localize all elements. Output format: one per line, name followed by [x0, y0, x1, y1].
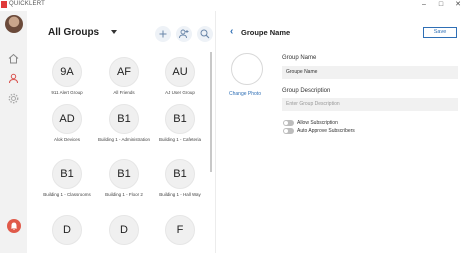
group-avatar: AU	[165, 57, 195, 87]
avatar[interactable]	[5, 15, 23, 33]
title-bar: QUICKLERT – □ ✕	[0, 0, 466, 11]
group-avatar: D	[52, 215, 82, 245]
group-card[interactable]: B1 Building 1 - Cafeteria	[150, 104, 210, 162]
group-card[interactable]: B1 Building 1 - Floor 2	[94, 159, 154, 217]
gear-icon[interactable]	[7, 92, 20, 105]
group-name: Building 1 - Hall Way	[159, 192, 201, 197]
allow-subscription-label: Allow Subscription	[297, 120, 338, 126]
group-avatar: B1	[165, 159, 195, 189]
app-logo	[1, 1, 7, 8]
group-card[interactable]: F	[150, 215, 210, 273]
groups-title[interactable]: All Groups	[48, 27, 99, 38]
group-card[interactable]: D	[94, 215, 154, 273]
group-card[interactable]: D	[37, 215, 97, 273]
group-name: Building 1 - Administration	[97, 137, 151, 142]
maximize-button[interactable]: □	[435, 0, 447, 9]
panel-divider	[215, 11, 216, 253]
scrollbar[interactable]	[210, 52, 212, 172]
group-name: Building 1 - Classrooms	[43, 192, 91, 197]
search-icon	[200, 29, 210, 39]
group-name: Building 1 - Floor 2	[105, 192, 143, 197]
group-card[interactable]: AD Alok Devices	[37, 104, 97, 162]
group-name: Building 1 - Cafeteria	[158, 137, 202, 142]
group-name: Alok Devices	[53, 137, 80, 142]
group-avatar: B1	[109, 159, 139, 189]
group-card[interactable]: B1 Building 1 - Classrooms	[37, 159, 97, 217]
group-name: AJ User Group	[165, 90, 195, 95]
group-name-label: Group Name	[282, 55, 317, 61]
group-avatar: AD	[52, 104, 82, 134]
add-group-button[interactable]	[155, 26, 171, 42]
search-button[interactable]	[197, 26, 213, 42]
chevron-left-icon[interactable]: ‹	[230, 27, 233, 37]
minimize-button[interactable]: –	[418, 0, 430, 9]
group-description-field[interactable]: Enter Group Description	[282, 98, 458, 111]
group-avatar: B1	[165, 104, 195, 134]
auto-approve-label: Auto Approve Subscribers	[297, 128, 355, 134]
chevron-down-icon[interactable]	[111, 30, 117, 34]
group-avatar: B1	[52, 159, 82, 189]
bell-icon[interactable]	[7, 219, 21, 233]
group-description-label: Group Description	[282, 88, 331, 94]
group-name: 911 Alert Group	[51, 90, 83, 95]
group-name-field[interactable]: Groupe Name	[282, 66, 458, 79]
sidebar	[0, 11, 27, 253]
people-icon[interactable]	[7, 72, 20, 85]
detail-title: Groupe Name	[241, 28, 291, 37]
save-button[interactable]: Save	[423, 27, 457, 38]
group-card[interactable]: B1 Building 1 - Hall Way	[150, 159, 210, 217]
group-card[interactable]: B1 Building 1 - Administration	[94, 104, 154, 162]
group-name: All Friends	[113, 90, 135, 95]
group-photo[interactable]	[231, 53, 263, 85]
add-icon	[159, 30, 167, 38]
change-photo-link[interactable]: Change Photo	[229, 91, 261, 97]
auto-approve-toggle[interactable]	[283, 128, 294, 134]
home-icon[interactable]	[7, 52, 20, 65]
group-avatar: B1	[109, 104, 139, 134]
group-avatar: D	[109, 215, 139, 245]
group-avatar: AF	[109, 57, 139, 87]
window-title: QUICKLERT	[9, 1, 46, 7]
add-user-button[interactable]	[176, 26, 192, 42]
add-user-icon	[179, 29, 189, 39]
group-avatar: F	[165, 215, 195, 245]
group-avatar: 9A	[52, 57, 82, 87]
allow-subscription-toggle[interactable]	[283, 120, 294, 126]
close-button[interactable]: ✕	[452, 0, 464, 9]
